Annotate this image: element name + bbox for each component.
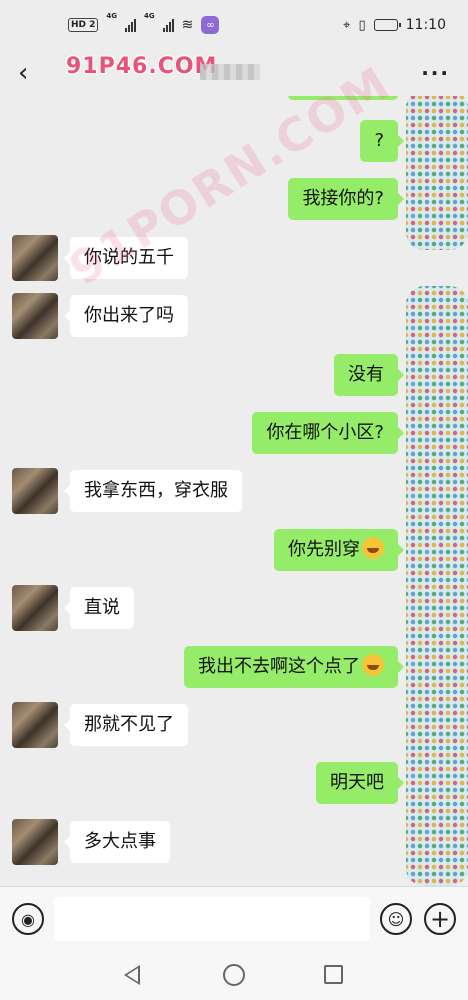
outgoing-message-row: 我接你的? — [0, 176, 468, 224]
back-arrow-icon[interactable]: ‹ — [18, 58, 42, 88]
pixelated-avatar-mask — [406, 286, 468, 886]
system-nav-bar — [0, 950, 468, 1000]
message-text: 我拿东西，穿衣服 — [84, 480, 228, 501]
incoming-message-row: 那就不见了 — [0, 702, 468, 750]
incoming-message-row: 多大点事 — [0, 819, 468, 867]
contact-avatar[interactable] — [12, 235, 58, 281]
contact-avatar[interactable] — [12, 702, 58, 748]
plus-icon: + — [429, 905, 451, 933]
incoming-message-row: 直说 — [0, 585, 468, 633]
emoji-button[interactable]: ☺ — [380, 903, 412, 935]
header-title: 91P46.COM — [66, 54, 218, 79]
incoming-message-row: 你出来了吗 — [0, 293, 468, 341]
message-text: 直说 — [84, 597, 120, 618]
voice-input-button[interactable]: ◉ — [12, 903, 44, 935]
signal-icon-2 — [162, 18, 174, 32]
message-text: 你出来了吗 — [84, 305, 174, 326]
pixelated-avatar-mask — [406, 96, 468, 250]
outgoing-message-row: 没有 — [0, 352, 468, 400]
crying-emoji-icon — [362, 654, 384, 676]
message-text: 多大点事 — [84, 831, 156, 852]
message-text: ? — [374, 130, 384, 151]
wifi-icon: ≋ — [181, 17, 194, 33]
status-left: HD 2 4G 4G ≋ ∞ — [68, 12, 220, 34]
incoming-message-bubble[interactable]: 你出来了吗 — [64, 295, 188, 337]
outgoing-message-bubble[interactable]: 我出不去啊这个点了 — [184, 646, 404, 688]
message-text-input[interactable] — [54, 897, 370, 941]
chat-message-list[interactable]: ? 我接你的? 你说的五千你出来了吗没有你在哪个小区? 我拿东西，穿衣服你先别穿直说我… — [0, 96, 468, 886]
contact-avatar[interactable] — [12, 468, 58, 514]
more-actions-button[interactable]: + — [424, 903, 456, 935]
outgoing-message-bubble[interactable]: 没有 — [334, 354, 404, 396]
app-notification-icon: ∞ — [201, 16, 220, 34]
laughing-tears-emoji-icon — [362, 537, 384, 559]
emoji-icon: ☺ — [387, 909, 405, 929]
outgoing-message-bubble[interactable]: 我接你的? — [288, 178, 404, 220]
more-options-icon[interactable]: ··· — [421, 61, 450, 85]
outgoing-message-bubble[interactable]: 你在哪个小区? — [252, 412, 404, 454]
contact-avatar[interactable] — [12, 293, 58, 339]
nav-home-icon[interactable] — [223, 964, 245, 986]
battery-icon — [373, 19, 401, 31]
status-time: 11:10 — [405, 17, 446, 33]
nav-recents-icon[interactable] — [324, 965, 343, 984]
outgoing-message-bubble[interactable]: ? — [360, 120, 404, 162]
message-text: 那就不见了 — [84, 714, 174, 735]
contact-avatar[interactable] — [12, 819, 58, 865]
incoming-message-row: 你说的五千 — [0, 235, 468, 283]
incoming-message-bubble[interactable]: 多大点事 — [64, 821, 170, 863]
incoming-message-bubble[interactable]: 直说 — [64, 587, 134, 629]
incoming-message-row: 我拿东西，穿衣服 — [0, 468, 468, 516]
hd-badge: HD 2 — [68, 18, 99, 32]
location-icon: ⌖ — [343, 17, 351, 33]
message-text: 你说的五千 — [84, 247, 174, 268]
message-text: 没有 — [348, 364, 384, 385]
incoming-message-bubble[interactable]: 我拿东西，穿衣服 — [64, 470, 242, 512]
contact-avatar[interactable] — [12, 585, 58, 631]
message-input-bar: ◉ ☺ + — [0, 886, 468, 950]
network-type-1: 4G — [106, 12, 118, 20]
incoming-message-bubble[interactable]: 你说的五千 — [64, 237, 188, 279]
vibrate-icon: ▯ — [358, 17, 366, 33]
signal-icon — [125, 18, 137, 32]
message-text: 你先别穿 — [288, 539, 360, 560]
outgoing-message-row: 明天吧 — [0, 760, 468, 808]
nav-back-icon[interactable] — [124, 965, 140, 985]
outgoing-message-row: 我出不去啊这个点了 — [0, 644, 468, 692]
blurred-contact-name — [200, 64, 260, 80]
message-text: 你在哪个小区? — [266, 422, 384, 443]
outgoing-message-bubble[interactable]: 你先别穿 — [274, 529, 404, 571]
status-right: ⌖ ▯ 11:10 — [343, 17, 446, 33]
message-text: 我出不去啊这个点了 — [198, 656, 360, 677]
message-text: 明天吧 — [330, 772, 384, 793]
outgoing-message-row: 你先别穿 — [0, 527, 468, 575]
outgoing-message-row: 你在哪个小区? — [0, 410, 468, 458]
network-type-2: 4G — [144, 12, 155, 20]
incoming-message-bubble[interactable]: 那就不见了 — [64, 704, 188, 746]
outgoing-message-row: ? — [0, 118, 468, 166]
message-text: 我接你的? — [302, 188, 384, 209]
chat-header: ‹ 91P46.COM ··· — [0, 50, 468, 96]
partial-outgoing-bubble — [288, 96, 398, 100]
outgoing-message-bubble[interactable]: 明天吧 — [316, 762, 404, 804]
status-bar: HD 2 4G 4G ≋ ∞ ⌖ ▯ 11:10 — [0, 0, 468, 50]
voice-icon: ◉ — [21, 909, 35, 929]
